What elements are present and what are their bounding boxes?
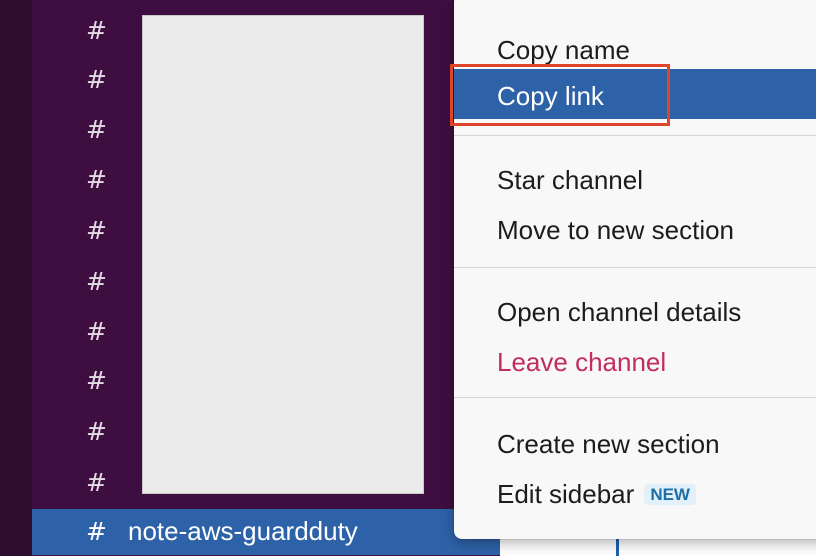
menu-item-leave-channel[interactable]: Leave channel xyxy=(454,335,816,385)
hash-icon: # xyxy=(86,216,107,245)
hash-icon: # xyxy=(86,517,107,546)
hash-icon: # xyxy=(86,267,107,296)
menu-item-create-new-section[interactable]: Create new section xyxy=(454,417,816,467)
new-badge: NEW xyxy=(644,484,696,505)
menu-item-move-to-new-section[interactable]: Move to new section xyxy=(454,203,816,253)
menu-item-label: Create new section xyxy=(497,429,720,459)
redacted-channel-names xyxy=(142,15,424,494)
menu-item-label: Move to new section xyxy=(497,215,735,245)
menu-item-label: Leave channel xyxy=(497,347,667,377)
menu-item-label: Copy name xyxy=(497,35,630,65)
menu-item-open-channel-details[interactable]: Open channel details xyxy=(454,285,816,335)
menu-item-star-channel[interactable]: Star channel xyxy=(454,153,816,203)
hash-icon: # xyxy=(86,317,107,346)
sidebar-channel-item-active[interactable]: # note-aws-guardduty xyxy=(32,509,500,555)
hash-icon: # xyxy=(86,366,107,395)
workspace-rail xyxy=(0,0,32,556)
menu-divider xyxy=(454,135,816,136)
menu-divider xyxy=(454,267,816,268)
hash-icon: # xyxy=(86,115,107,144)
menu-divider xyxy=(454,397,816,398)
active-channel-label: note-aws-guardduty xyxy=(128,516,358,546)
hash-icon: # xyxy=(86,468,107,497)
channel-sidebar: # # # # # # # # # # # note-aws-guardduty xyxy=(32,0,500,556)
highlight-annotation-box xyxy=(450,64,670,126)
menu-item-edit-sidebar[interactable]: Edit sidebar NEW xyxy=(454,467,816,517)
menu-item-label: Edit sidebar NEW xyxy=(497,479,696,510)
hash-icon: # xyxy=(86,65,107,94)
hash-icon: # xyxy=(86,165,107,194)
menu-item-label: Star channel xyxy=(497,165,643,195)
edit-sidebar-text: Edit sidebar xyxy=(497,479,635,509)
menu-item-label: Open channel details xyxy=(497,297,742,327)
hash-icon: # xyxy=(86,16,107,45)
hash-icon: # xyxy=(86,417,107,446)
